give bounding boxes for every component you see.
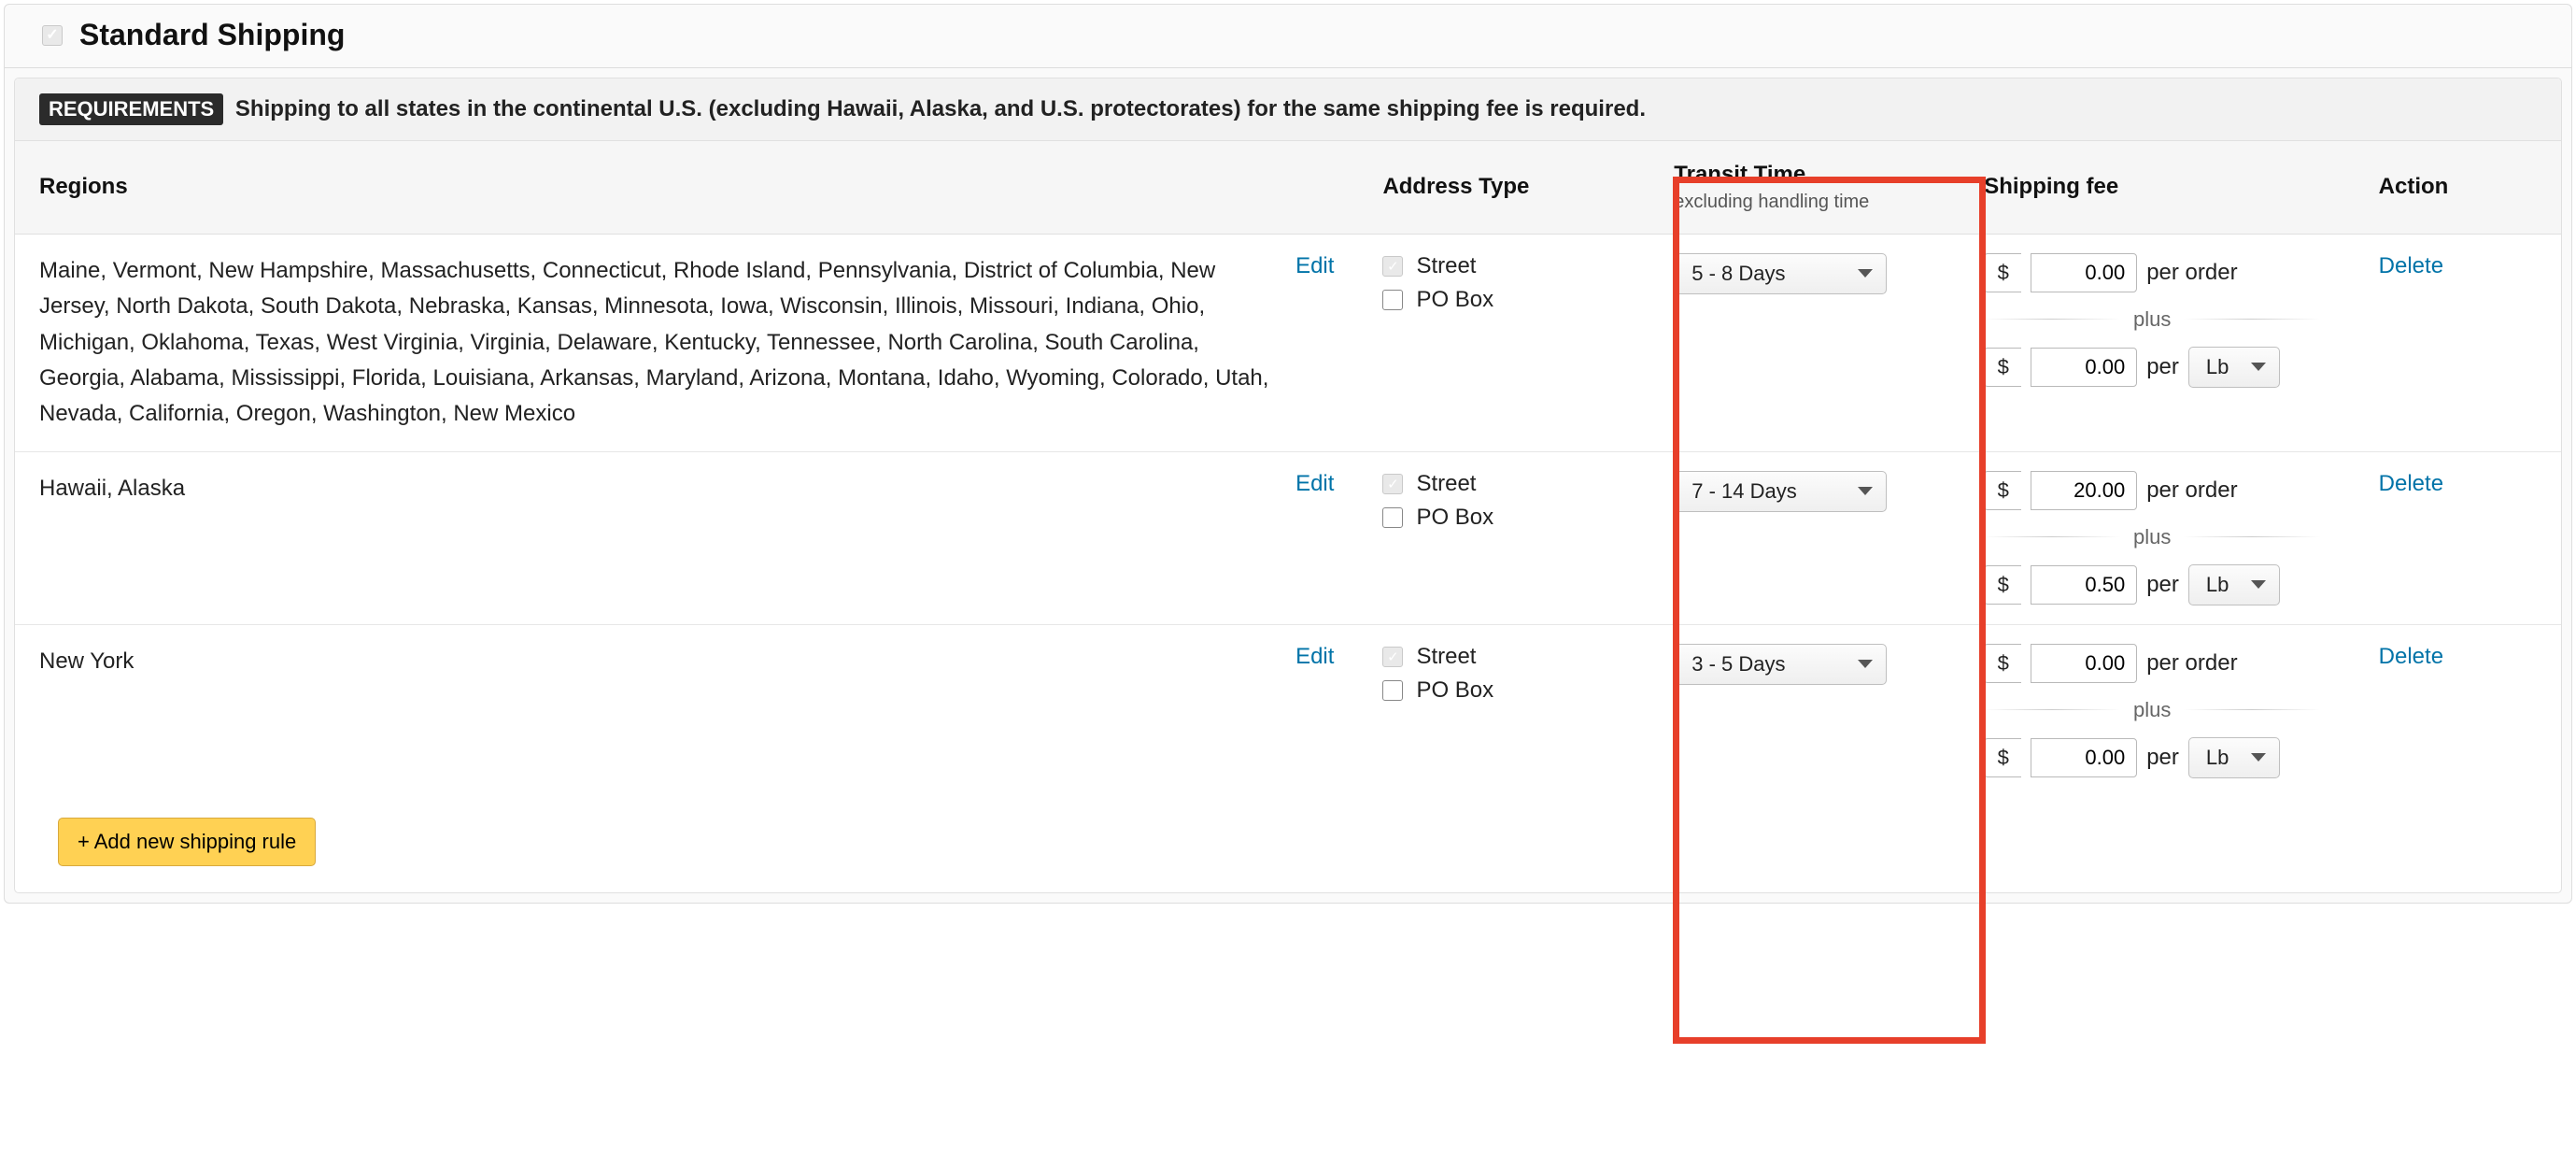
- delete-link[interactable]: Delete: [2379, 644, 2443, 669]
- fee-per-unit-input[interactable]: [2031, 565, 2137, 605]
- chevron-down-icon: [2251, 753, 2266, 762]
- per-order-label: per order: [2146, 650, 2237, 677]
- requirements-text: Shipping to all states in the continenta…: [235, 96, 1646, 121]
- per-label: per: [2146, 572, 2179, 598]
- street-label: Street: [1416, 644, 1476, 670]
- shipping-panel: ✓ Standard Shipping REQUIREMENTS Shippin…: [4, 4, 2572, 904]
- table-row: Hawaii, Alaska Edit ✓ Street PO Box 7 - …: [15, 451, 2561, 624]
- chevron-down-icon: [2251, 580, 2266, 589]
- col-header-shipping-fee: Shipping fee: [1960, 141, 2354, 234]
- plus-separator: plus: [1984, 525, 2320, 549]
- transit-time-select[interactable]: 3 - 5 Days: [1674, 644, 1887, 685]
- shipping-table: Regions Address Type Transit Time exclud…: [15, 141, 2561, 797]
- po-box-label: PO Box: [1416, 677, 1493, 704]
- chevron-down-icon: [2251, 363, 2266, 371]
- table-row: New York Edit ✓ Street PO Box 3 - 5 Days: [15, 624, 2561, 797]
- delete-link[interactable]: Delete: [2379, 471, 2443, 496]
- fee-per-unit-input[interactable]: [2031, 348, 2137, 387]
- currency-symbol: $: [1984, 565, 2021, 605]
- edit-link[interactable]: Edit: [1295, 644, 1334, 670]
- col-header-regions: Regions: [15, 141, 1358, 234]
- currency-symbol: $: [1984, 738, 2021, 777]
- weight-unit-value: Lb: [2206, 746, 2229, 770]
- currency-symbol: $: [1984, 348, 2021, 387]
- transit-time-value: 3 - 5 Days: [1691, 652, 1785, 677]
- chevron-down-icon: [1858, 269, 1873, 278]
- requirements-badge: REQUIREMENTS: [39, 93, 223, 125]
- currency-symbol: $: [1984, 471, 2021, 510]
- col-header-transit-time: Transit Time excluding handling time: [1649, 141, 1960, 234]
- regions-text: New York: [39, 644, 1279, 679]
- edit-link[interactable]: Edit: [1295, 253, 1334, 279]
- table-footer: + Add new shipping rule: [15, 797, 2561, 892]
- po-box-checkbox[interactable]: [1382, 680, 1403, 701]
- regions-text: Maine, Vermont, New Hampshire, Massachus…: [39, 253, 1279, 433]
- panel-checkbox[interactable]: ✓: [42, 25, 63, 46]
- fee-per-order-input[interactable]: [2031, 471, 2137, 510]
- street-checkbox[interactable]: ✓: [1382, 256, 1403, 277]
- fee-per-order-input[interactable]: [2031, 253, 2137, 292]
- street-checkbox[interactable]: ✓: [1382, 647, 1403, 667]
- panel-title: Standard Shipping: [79, 18, 345, 52]
- per-label: per: [2146, 354, 2179, 380]
- per-order-label: per order: [2146, 477, 2237, 504]
- edit-link[interactable]: Edit: [1295, 471, 1334, 497]
- per-order-label: per order: [2146, 260, 2237, 286]
- currency-symbol: $: [1984, 253, 2021, 292]
- transit-time-select[interactable]: 5 - 8 Days: [1674, 253, 1887, 294]
- street-label: Street: [1416, 471, 1476, 497]
- shipping-rules-card: REQUIREMENTS Shipping to all states in t…: [14, 78, 2562, 893]
- po-box-label: PO Box: [1416, 287, 1493, 313]
- delete-link[interactable]: Delete: [2379, 253, 2443, 278]
- regions-text: Hawaii, Alaska: [39, 471, 1279, 506]
- plus-separator: plus: [1984, 698, 2320, 722]
- weight-unit-value: Lb: [2206, 355, 2229, 379]
- currency-symbol: $: [1984, 644, 2021, 683]
- transit-time-select[interactable]: 7 - 14 Days: [1674, 471, 1887, 512]
- street-checkbox[interactable]: ✓: [1382, 474, 1403, 494]
- fee-per-unit-input[interactable]: [2031, 738, 2137, 777]
- weight-unit-select[interactable]: Lb: [2188, 737, 2280, 778]
- street-label: Street: [1416, 253, 1476, 279]
- add-shipping-rule-button[interactable]: + Add new shipping rule: [58, 818, 316, 866]
- plus-separator: plus: [1984, 307, 2320, 332]
- po-box-label: PO Box: [1416, 505, 1493, 531]
- weight-unit-select[interactable]: Lb: [2188, 564, 2280, 605]
- chevron-down-icon: [1858, 660, 1873, 668]
- po-box-checkbox[interactable]: [1382, 290, 1403, 310]
- weight-unit-select[interactable]: Lb: [2188, 347, 2280, 388]
- per-label: per: [2146, 745, 2179, 771]
- col-header-action: Action: [2355, 141, 2561, 234]
- transit-time-value: 7 - 14 Days: [1691, 479, 1797, 504]
- col-header-address-type: Address Type: [1358, 141, 1649, 234]
- requirements-bar: REQUIREMENTS Shipping to all states in t…: [15, 78, 2561, 141]
- transit-time-value: 5 - 8 Days: [1691, 262, 1785, 286]
- panel-header: ✓ Standard Shipping: [5, 5, 2571, 68]
- weight-unit-value: Lb: [2206, 573, 2229, 597]
- chevron-down-icon: [1858, 487, 1873, 495]
- table-row: Maine, Vermont, New Hampshire, Massachus…: [15, 234, 2561, 451]
- fee-per-order-input[interactable]: [2031, 644, 2137, 683]
- po-box-checkbox[interactable]: [1382, 507, 1403, 528]
